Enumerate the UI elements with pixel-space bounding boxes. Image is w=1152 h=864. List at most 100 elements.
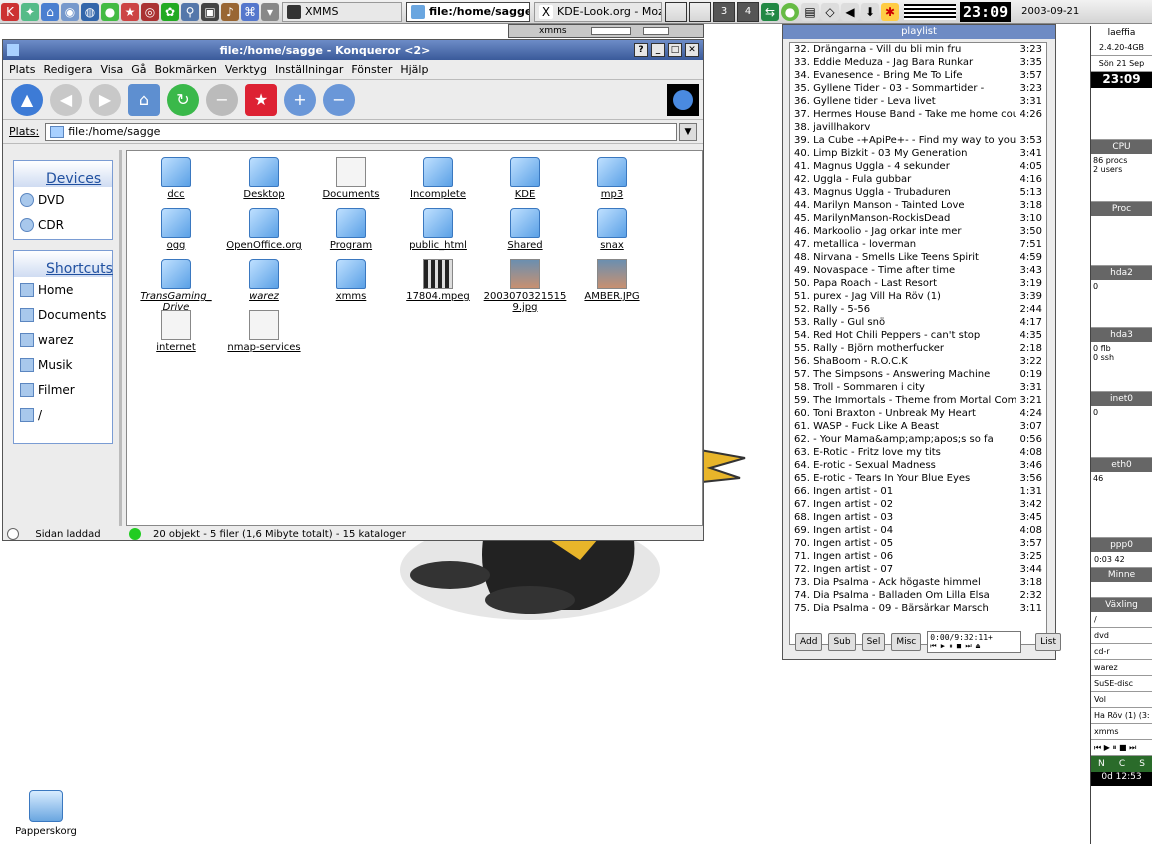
sub-button[interactable]: Sub: [828, 633, 856, 651]
playlist-row[interactable]: 44. Marilyn Manson - Tainted Love 3:18: [790, 199, 1046, 212]
media-icon[interactable]: ♪: [221, 2, 239, 21]
add-button[interactable]: Add: [795, 633, 823, 651]
playlist-title[interactable]: playlist: [783, 25, 1055, 39]
shortcut-warez[interactable]: warez: [14, 327, 112, 352]
playlist-row[interactable]: 41. Magnus Uggla - 4 sekunder 4:05: [790, 160, 1046, 173]
sel-button[interactable]: Sel: [861, 633, 886, 651]
tray-network-icon[interactable]: ⇆: [761, 2, 779, 21]
devices-title[interactable]: Devices: [14, 161, 112, 187]
file-item[interactable]: Incomplete: [395, 157, 481, 200]
playlist-row[interactable]: 47. metallica - loverman 7:51: [790, 238, 1046, 251]
shortcuts-title[interactable]: Shortcuts: [14, 251, 113, 277]
chevron-icon[interactable]: ▾: [261, 2, 279, 21]
browser-icon[interactable]: ◍: [81, 2, 99, 21]
gk-volume[interactable]: Vol: [1091, 692, 1152, 708]
playlist-row[interactable]: 64. E-rotic - Sexual Madness 3:46: [790, 459, 1046, 472]
gk-s-icon[interactable]: S: [1139, 759, 1145, 769]
playlist-row[interactable]: 43. Magnus Uggla - Trubaduren 5:13: [790, 186, 1046, 199]
playlist-row[interactable]: 63. E-Rotic - Fritz love my tits 4:08: [790, 446, 1046, 459]
star-icon[interactable]: ★: [121, 2, 139, 21]
playlist-row[interactable]: 65. E-rotic - Tears In Your Blue Eyes 3:5…: [790, 472, 1046, 485]
gk-swap-header[interactable]: Växling: [1091, 598, 1152, 612]
menu-installningar[interactable]: Inställningar: [275, 63, 343, 76]
file-item[interactable]: 2003070321515 9.jpg: [482, 259, 568, 313]
playlist-row[interactable]: 50. Papa Roach - Last Resort 3:19: [790, 277, 1046, 290]
shortcut-musik[interactable]: Musik: [14, 352, 112, 377]
zoom-in-icon[interactable]: +: [284, 83, 316, 116]
pager-desktop-2[interactable]: [689, 1, 711, 22]
green-dot-icon[interactable]: ●: [101, 2, 119, 21]
playlist-row[interactable]: 38. javillhakorv: [790, 121, 1046, 134]
misc-button[interactable]: Misc: [891, 633, 922, 651]
volume-icon[interactable]: ◀: [841, 2, 859, 21]
xmms-volume[interactable]: [642, 27, 669, 35]
playlist-row[interactable]: 70. Ingen artist - 05 3:57: [790, 537, 1046, 550]
tray-clipboard-icon[interactable]: ▤: [801, 2, 819, 21]
gk-ppp0-header[interactable]: ppp0: [1091, 538, 1152, 552]
menu-verktyg[interactable]: Verktyg: [225, 63, 267, 76]
playlist-row[interactable]: 34. Evanesence - Bring Me To Life 3:57: [790, 69, 1046, 82]
tools-icon[interactable]: ✦: [21, 2, 39, 21]
gk-mem-header[interactable]: Minne: [1091, 568, 1152, 582]
file-item[interactable]: nmap-services: [221, 310, 307, 353]
list-button[interactable]: List: [1035, 633, 1061, 651]
device-cdr[interactable]: CDR: [14, 212, 112, 237]
playlist-row[interactable]: 32. Drängarna - Vill du bli min fru 3:23: [790, 43, 1046, 56]
network-icon[interactable]: ⌘: [241, 2, 259, 21]
gk-mount-suse[interactable]: SuSE-disc: [1091, 676, 1152, 692]
xmms-seek[interactable]: [590, 27, 631, 35]
trash-desktop-icon[interactable]: Papperskorg: [10, 790, 82, 837]
file-item[interactable]: OpenOffice.org: [221, 208, 307, 251]
playlist-row[interactable]: 40. Limp Bizkit - 03 My Generation 3:41: [790, 147, 1046, 160]
forward-arrow-icon[interactable]: ▶: [89, 83, 121, 116]
location-input[interactable]: file:/home/sagge: [45, 122, 677, 141]
search-icon[interactable]: ⚲: [181, 2, 199, 21]
task-mozilla[interactable]: X KDE-Look.org - Mozi: [534, 1, 662, 22]
playlist-row[interactable]: 73. Dia Psalma - Ack högaste himmel 3:18: [790, 576, 1046, 589]
gk-proc-header[interactable]: Proc: [1091, 202, 1152, 216]
playlist-row[interactable]: 72. Ingen artist - 07 3:44: [790, 563, 1046, 576]
playlist-row[interactable]: 68. Ingen artist - 03 3:45: [790, 511, 1046, 524]
playlist-row[interactable]: 45. MarilynManson-RockisDead 3:10: [790, 212, 1046, 225]
playlist-row[interactable]: 67. Ingen artist - 02 3:42: [790, 498, 1046, 511]
playlist-row[interactable]: 48. Nirvana - Smells Like Teens Spirit 4:…: [790, 251, 1046, 264]
shortcut-root[interactable]: /: [14, 402, 112, 427]
file-item[interactable]: KDE: [482, 157, 568, 200]
shortcut-filmer[interactable]: Filmer: [14, 377, 112, 402]
download-icon[interactable]: ⬇: [861, 2, 879, 21]
mini-transport-icons[interactable]: ⏮ ▶ ⏸ ■ ⏭ ⏏: [930, 642, 1018, 651]
gk-mount-dvd[interactable]: dvd: [1091, 628, 1152, 644]
playlist-row[interactable]: 52. Rally - 5-56 2:44: [790, 303, 1046, 316]
file-item[interactable]: Shared: [482, 208, 568, 251]
gk-eth0-header[interactable]: eth0: [1091, 458, 1152, 472]
file-item[interactable]: public_html: [395, 208, 481, 251]
back-arrow-icon[interactable]: ◀: [50, 83, 82, 116]
playlist-row[interactable]: 42. Uggla - Fula gubbar 4:16: [790, 173, 1046, 186]
menu-plats[interactable]: Plats: [9, 63, 35, 76]
playlist-row[interactable]: 62. - Your Mama&amp;amp;apos;s so fa 0:56: [790, 433, 1046, 446]
gk-c-icon[interactable]: C: [1119, 759, 1125, 769]
file-item[interactable]: TransGaming_ Drive: [133, 259, 219, 313]
pager-desktop-3[interactable]: 3: [713, 1, 735, 22]
up-arrow-icon[interactable]: ▲: [11, 83, 43, 116]
gk-xmms-controls[interactable]: ⏮ ▶ ⏸ ■ ⏭: [1091, 740, 1152, 756]
gk-cpu-header[interactable]: CPU: [1091, 140, 1152, 154]
playlist-row[interactable]: 39. La Cube -+ApiPe+- - Find my way to y…: [790, 134, 1046, 147]
location-dropdown-icon[interactable]: ▼: [679, 122, 697, 141]
gk-hda2-header[interactable]: hda2: [1091, 266, 1152, 280]
playlist-row[interactable]: 54. Red Hot Chili Peppers - can't stop 4:…: [790, 329, 1046, 342]
menu-hjalp[interactable]: Hjälp: [400, 63, 428, 76]
playlist-row[interactable]: 71. Ingen artist - 06 3:25: [790, 550, 1046, 563]
gk-mount-warez[interactable]: warez: [1091, 660, 1152, 676]
menu-visa[interactable]: Visa: [100, 63, 123, 76]
clock[interactable]: 23:09: [960, 1, 1012, 22]
pager-desktop-1[interactable]: [665, 1, 687, 22]
file-item[interactable]: AMBER.JPG: [569, 259, 655, 302]
playlist-row[interactable]: 57. The Simpsons - Answering Machine 0:19: [790, 368, 1046, 381]
gk-inet0-header[interactable]: inet0: [1091, 392, 1152, 406]
playlist-row[interactable]: 59. The Immortals - Theme from Mortal Co…: [790, 394, 1046, 407]
gk-n-icon[interactable]: N: [1098, 759, 1105, 769]
playlist-row[interactable]: 61. WASP - Fuck Like A Beast 3:07: [790, 420, 1046, 433]
konqueror-icon[interactable]: ◉: [61, 2, 79, 21]
maximize-button[interactable]: □: [668, 43, 682, 57]
